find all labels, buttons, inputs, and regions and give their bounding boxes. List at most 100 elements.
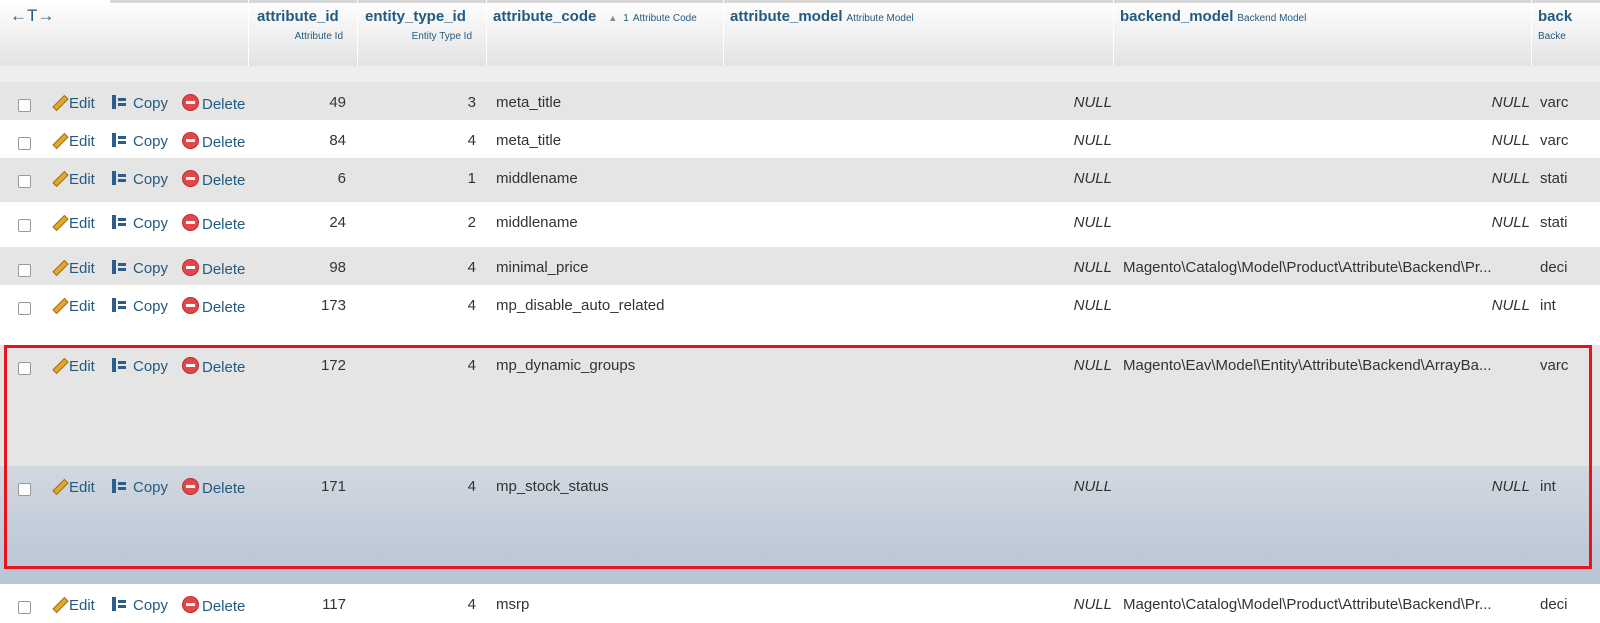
edit-label: Edit <box>69 358 95 375</box>
row-select-checkbox[interactable] <box>18 99 31 112</box>
copy-button[interactable]: Copy <box>110 297 168 315</box>
pencil-icon <box>50 214 66 230</box>
cell-backend-model-null: NULL <box>1491 170 1530 187</box>
row-select-checkbox[interactable] <box>18 264 31 277</box>
edit-button[interactable]: Edit <box>50 259 95 277</box>
delete-button[interactable]: Delete <box>182 596 245 615</box>
copy-button[interactable]: Copy <box>110 132 168 150</box>
copy-label: Copy <box>133 171 169 188</box>
row-select-checkbox[interactable] <box>18 219 31 232</box>
delete-icon <box>182 94 199 111</box>
pencil-icon <box>50 357 66 373</box>
column-name[interactable]: attribute_id <box>257 8 339 25</box>
cell-backend-type: int <box>1540 297 1556 314</box>
table-row[interactable]: Edit Copy Delete 173 4 mp_disable_auto_relate… <box>0 285 1600 345</box>
column-header-backend-model[interactable]: backend_model Backend Model <box>1113 0 1531 66</box>
edit-button[interactable]: Edit <box>50 94 95 112</box>
delete-icon <box>182 596 199 613</box>
cell-attribute-code: meta_title <box>496 94 562 111</box>
edit-button[interactable]: Edit <box>50 132 95 150</box>
copy-label: Copy <box>133 260 169 277</box>
cell-attribute-code: mp_disable_auto_related <box>496 297 665 314</box>
cell-attribute-code: msrp <box>496 596 530 613</box>
delete-button[interactable]: Delete <box>182 259 245 278</box>
delete-label: Delete <box>202 359 246 376</box>
cell-attribute-code: mp_dynamic_groups <box>496 357 636 374</box>
cell-backend-model-null: NULL <box>1491 214 1530 231</box>
row-select-checkbox[interactable] <box>18 137 31 150</box>
copy-button[interactable]: Copy <box>110 357 168 375</box>
column-name[interactable]: entity_type_id <box>365 8 466 25</box>
cell-entity-type-id: 3 <box>467 94 476 111</box>
row-select-checkbox[interactable] <box>18 362 31 375</box>
edit-button[interactable]: Edit <box>50 596 95 614</box>
edit-label: Edit <box>69 95 95 112</box>
copy-icon <box>110 94 130 110</box>
copy-button[interactable]: Copy <box>110 478 168 496</box>
column-header-backend-type[interactable]: back Backe <box>1531 0 1600 66</box>
delete-button[interactable]: Delete <box>182 357 245 376</box>
row-select-checkbox[interactable] <box>18 175 31 188</box>
edit-label: Edit <box>69 298 95 315</box>
table-row[interactable]: Edit Copy Delete 6 1 middlename NULL NULL stati <box>0 158 1600 202</box>
cell-entity-type-id: 4 <box>467 478 476 495</box>
table-row[interactable]: Edit Copy Delete 117 4 msrp NULL Magento\Catalo… <box>0 584 1600 623</box>
cell-attribute-code: mp_stock_status <box>496 478 609 495</box>
row-select-checkbox[interactable] <box>18 601 31 614</box>
pencil-icon <box>50 259 66 275</box>
table-row[interactable]: Edit Copy Delete 49 3 meta_title NULL NULL varc <box>0 82 1600 120</box>
column-name[interactable]: attribute_code <box>493 8 596 25</box>
delete-label: Delete <box>202 261 246 278</box>
edit-label: Edit <box>69 133 95 150</box>
sort-ascending-icon[interactable]: ▲ <box>608 13 617 23</box>
delete-button[interactable]: Delete <box>182 478 245 497</box>
row-select-checkbox[interactable] <box>18 483 31 496</box>
cell-entity-type-id: 4 <box>467 297 476 314</box>
copy-icon <box>110 214 130 230</box>
edit-button[interactable]: Edit <box>50 357 95 375</box>
cell-attribute-model: NULL <box>1073 478 1112 495</box>
cell-attribute-model: NULL <box>1073 94 1112 111</box>
edit-label: Edit <box>69 597 95 614</box>
delete-button[interactable]: Delete <box>182 132 245 151</box>
copy-label: Copy <box>133 215 169 232</box>
results-grid: ←T→ attribute_id Attribute Id entity_typ… <box>0 0 1600 623</box>
column-resize-arrows-icon[interactable]: ←T→ <box>10 6 54 26</box>
edit-button[interactable]: Edit <box>50 214 95 232</box>
column-name[interactable]: attribute_model <box>730 8 843 25</box>
column-header-entity-type-id[interactable]: entity_type_id Entity Type Id <box>357 0 486 66</box>
edit-button[interactable]: Edit <box>50 170 95 188</box>
table-row[interactable]: Edit Copy Delete 98 4 minimal_price NULL Magent… <box>0 247 1600 285</box>
sort-order-number: 1 <box>623 13 629 24</box>
delete-button[interactable]: Delete <box>182 94 245 113</box>
delete-button[interactable]: Delete <box>182 297 245 316</box>
row-select-checkbox[interactable] <box>18 302 31 315</box>
delete-button[interactable]: Delete <box>182 170 245 189</box>
marked-row-bottom-strip <box>0 574 1600 584</box>
column-comment: Attribute Id <box>294 31 343 42</box>
column-header-attribute-code[interactable]: attribute_code ▲ 1 Attribute Code <box>486 0 723 66</box>
cell-backend-type: stati <box>1540 214 1568 231</box>
table-row[interactable]: Edit Copy Delete 84 4 meta_title NULL NULL varc <box>0 120 1600 158</box>
edit-button[interactable]: Edit <box>50 478 95 496</box>
column-name[interactable]: back <box>1538 8 1572 25</box>
copy-button[interactable]: Copy <box>110 170 168 188</box>
cell-attribute-code: middlename <box>496 214 578 231</box>
table-row[interactable]: Edit Copy Delete 24 2 middlename NULL NULL stati <box>0 202 1600 247</box>
delete-icon <box>182 214 199 231</box>
table-row[interactable]: Edit Copy Delete 171 4 mp_stock_status NULL NUL… <box>0 466 1600 574</box>
copy-label: Copy <box>133 479 169 496</box>
column-header-attribute-model[interactable]: attribute_model Attribute Model <box>723 0 1113 66</box>
copy-button[interactable]: Copy <box>110 259 168 277</box>
delete-button[interactable]: Delete <box>182 214 245 233</box>
edit-button[interactable]: Edit <box>50 297 95 315</box>
delete-icon <box>182 132 199 149</box>
cell-backend-type: deci <box>1540 596 1568 613</box>
table-row[interactable]: Edit Copy Delete 172 4 mp_dynamic_groups NULL M… <box>0 345 1600 466</box>
column-name[interactable]: backend_model <box>1120 8 1233 25</box>
column-header-attribute-id[interactable]: attribute_id Attribute Id <box>248 0 357 66</box>
copy-label: Copy <box>133 298 169 315</box>
copy-button[interactable]: Copy <box>110 596 168 614</box>
copy-button[interactable]: Copy <box>110 94 168 112</box>
copy-button[interactable]: Copy <box>110 214 168 232</box>
